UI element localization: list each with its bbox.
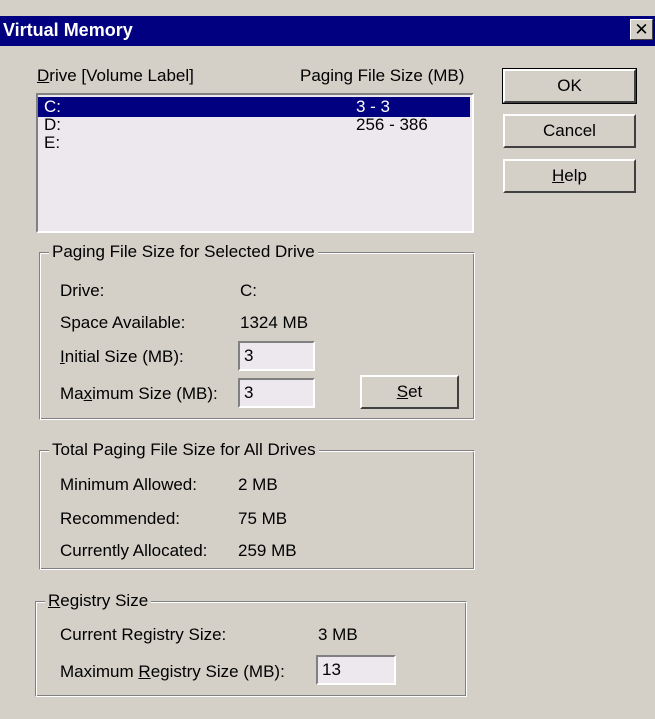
space-available-label: Space Available: [60, 313, 186, 332]
cancel-button[interactable]: Cancel [503, 114, 636, 148]
maximum-size-text-a: Ma [60, 384, 84, 403]
set-label: et [408, 382, 423, 401]
current-registry-label: Current Registry Size: [60, 625, 227, 644]
max-registry-mnemonic: R [138, 662, 151, 681]
maximum-size-label: Maximum Size (MB): [60, 384, 218, 404]
registry-legend-mnemonic: R [48, 591, 61, 610]
recommended-value: 75 MB [238, 509, 288, 528]
help-mnemonic: H [552, 166, 565, 185]
drive-size: 256 - 386 [356, 115, 428, 134]
drive-label: Drive: [60, 281, 105, 300]
maximum-size-text-b: imum Size (MB): [92, 384, 218, 403]
drive-header-mnemonic: D [37, 66, 50, 85]
drive-letter: E: [44, 133, 61, 152]
registry-legend-text: egistry Size [60, 591, 149, 610]
help-label: elp [564, 166, 587, 185]
drive-row-e[interactable]: E: [38, 133, 470, 153]
drive-row-d[interactable]: D: 256 - 386 [38, 115, 470, 135]
maximum-size-value: 3 [244, 383, 254, 402]
space-available-value: 1324 MB [240, 313, 309, 332]
initial-size-label: Initial Size (MB): [60, 347, 184, 367]
drive-header-text: rive [Volume Label] [49, 66, 194, 85]
minimum-allowed-label: Minimum Allowed: [60, 475, 197, 494]
maximum-size-input[interactable]: 3 [238, 378, 315, 408]
registry-legend: Registry Size [45, 591, 152, 611]
totals-legend: Total Paging File Size for All Drives [49, 440, 319, 460]
set-button[interactable]: Set [360, 375, 459, 409]
drive-column-header: Drive [Volume Label] [37, 66, 194, 86]
recommended-label: Recommended: [60, 509, 181, 528]
maximum-size-mnemonic: x [83, 384, 93, 403]
window-title: Virtual Memory [3, 20, 133, 40]
close-icon: ✕ [634, 20, 649, 39]
ok-button[interactable]: OK [502, 68, 637, 104]
current-registry-value: 3 MB [318, 625, 358, 644]
minimum-allowed-value: 2 MB [238, 475, 278, 494]
size-column-header: Paging File Size (MB) [300, 66, 465, 85]
max-registry-input[interactable]: 13 [316, 655, 396, 685]
drive-letter: C: [44, 97, 61, 116]
drive-size: 3 - 3 [356, 97, 391, 116]
initial-size-input[interactable]: 3 [238, 341, 315, 371]
registry-group [35, 601, 467, 697]
currently-allocated-label: Currently Allocated: [60, 541, 208, 560]
drive-value: C: [240, 281, 257, 300]
initial-size-text: nitial Size (MB): [64, 347, 184, 366]
max-registry-text-b: egistry Size (MB): [150, 662, 285, 681]
max-registry-text-a: Maximum [60, 662, 139, 681]
close-button[interactable]: ✕ [630, 19, 653, 40]
title-bar: Virtual Memory ✕ [0, 16, 655, 46]
drive-letter: D: [44, 115, 61, 134]
max-registry-label: Maximum Registry Size (MB): [60, 662, 285, 682]
drive-row-c[interactable]: C: 3 - 3 [38, 97, 470, 117]
drive-listbox[interactable]: C: 3 - 3 D: 256 - 386 E: [36, 93, 474, 233]
help-button[interactable]: Help [503, 159, 636, 193]
set-mnemonic: S [396, 382, 409, 401]
selected-drive-legend: Paging File Size for Selected Drive [49, 242, 318, 262]
currently-allocated-value: 259 MB [238, 541, 297, 560]
initial-size-value: 3 [244, 346, 254, 365]
max-registry-value: 13 [322, 660, 341, 679]
